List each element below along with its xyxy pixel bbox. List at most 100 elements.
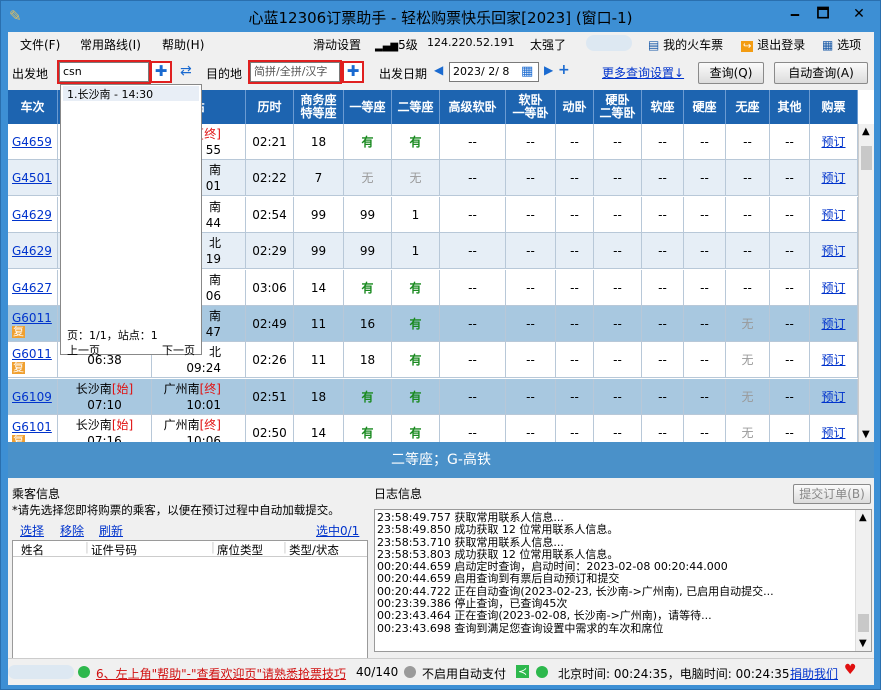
swap-stations-icon[interactable]: ⇄ xyxy=(180,63,192,79)
train-number-link[interactable]: G6109 xyxy=(12,389,52,405)
title-bar: ✎ 心蓝12306订票助手 - 轻松购票快乐回家[2023] (窗口-1) 🗕 … xyxy=(1,1,880,32)
suggest-next-page[interactable]: 下一页 xyxy=(162,342,195,358)
client-area: 文件(F) 常用路线(I) 帮助(H) 滑动设置 ▂▄▆5级 124.220.5… xyxy=(8,32,874,685)
book-link[interactable]: 预订 xyxy=(821,389,845,405)
status-bar: 6、左上角"帮助"-"查看欢迎页"请熟悉抢票技巧 40/140 不启用自动支付 … xyxy=(8,658,874,685)
header-9: 动卧 xyxy=(556,90,594,124)
maximize-button[interactable]: 🗖 xyxy=(811,4,835,26)
train-number-link[interactable]: G6011 xyxy=(12,346,52,362)
cell-c11: -- xyxy=(642,306,684,342)
minimize-button[interactable]: 🗕 xyxy=(783,4,807,26)
book-link[interactable]: 预订 xyxy=(821,170,845,186)
to-station: 北 xyxy=(208,236,221,251)
calendar-icon[interactable]: ▦ xyxy=(521,64,533,79)
from-station-input[interactable]: csn xyxy=(57,60,151,84)
train-number-link[interactable]: G4501 xyxy=(12,170,52,186)
options-label: 选项 xyxy=(837,38,862,52)
tip-link[interactable]: 6、左上角"帮助"-"查看欢迎页"请熟悉抢票技巧 xyxy=(96,665,346,682)
add-date-icon[interactable]: + xyxy=(558,62,570,78)
train-number-link[interactable]: G4627 xyxy=(12,280,52,296)
log-line: 23:58:49.850 成功获取 12 位常用联系人信息。 xyxy=(377,523,619,537)
auto-query-button[interactable]: 自动查询(A) xyxy=(774,62,868,84)
cell-train: G6011 复 xyxy=(8,342,58,379)
to-add-button[interactable]: ✚ xyxy=(342,61,364,83)
cell-c7: -- xyxy=(440,124,506,160)
cell-c11: -- xyxy=(642,415,684,442)
book-link[interactable]: 预订 xyxy=(821,425,845,441)
book-link[interactable]: 预订 xyxy=(821,134,845,150)
from-add-button[interactable]: ✚ xyxy=(150,61,172,83)
train-number-link[interactable]: G6011 xyxy=(12,310,52,326)
cell-c9: -- xyxy=(556,378,594,415)
more-query-settings-link[interactable]: 更多查询设置↓ xyxy=(602,64,684,81)
log-text-area[interactable]: 23:58:49.757 获取常用联系人信息... 23:58:49.850 成功… xyxy=(374,509,872,652)
train-number-link[interactable]: G4629 xyxy=(12,243,52,259)
passenger-list-header: 姓名 | 证件号码 | 席位类型 | 类型/状态 xyxy=(13,540,367,557)
log-line: 00:20:44.659 启用查询到有票后自动预订和提交 xyxy=(377,572,620,586)
reissue-badge: 复 xyxy=(12,435,25,442)
book-link[interactable]: 预订 xyxy=(821,316,845,332)
train-number-link[interactable]: G6101 xyxy=(12,419,52,435)
book-link[interactable]: 预订 xyxy=(821,207,845,223)
cell-c9: -- xyxy=(556,196,594,233)
log-scroll-up-icon[interactable]: ▲ xyxy=(859,512,867,523)
log-scroll-thumb[interactable] xyxy=(858,614,869,632)
train-number-link[interactable]: G4629 xyxy=(12,207,52,223)
prev-date-icon[interactable]: ◀ xyxy=(434,63,443,77)
cell-c7: -- xyxy=(440,342,506,379)
table-scrollbar[interactable]: ▲ ▼ xyxy=(858,124,874,442)
suggest-item[interactable]: 1.长沙南 - 14:30 xyxy=(63,86,199,101)
passenger-list: 姓名 | 证件号码 | 席位类型 | 类型/状态 xyxy=(12,540,368,660)
cell-dur: 02:50 xyxy=(246,415,294,442)
auto-pay-icon xyxy=(404,665,416,679)
scroll-up-icon[interactable]: ▲ xyxy=(862,126,870,137)
suggest-prev-page[interactable]: 上一页 xyxy=(67,342,100,358)
to-time: 55 xyxy=(205,143,221,157)
to-station-input[interactable]: 简拼/全拼/汉字 xyxy=(248,60,342,84)
log-scroll-down-icon[interactable]: ▼ xyxy=(859,638,867,649)
cell-c10: -- xyxy=(594,378,642,415)
scroll-thumb[interactable] xyxy=(861,146,872,170)
table-row[interactable]: G6101 复长沙南[始] 07:16 广州南[终] 10:06 02:50 14 有有 -- -… xyxy=(8,415,858,442)
cell-dur: 02:51 xyxy=(246,378,294,415)
menu-routes[interactable]: 常用路线(I) xyxy=(80,36,141,53)
my-tickets-button[interactable]: ▤ 我的火车票 xyxy=(648,36,723,53)
menu-file[interactable]: 文件(F) xyxy=(20,36,60,53)
cell-c8: -- xyxy=(506,342,556,379)
scroll-down-icon[interactable]: ▼ xyxy=(862,429,870,440)
share-icon[interactable]: ≺ xyxy=(516,665,530,678)
cell-no_seat: 无 xyxy=(726,342,770,379)
auto-pay-status[interactable]: 不启用自动支付 xyxy=(422,665,506,682)
refresh-passenger-link[interactable]: 刷新 xyxy=(99,522,123,539)
cell-no_seat: 无 xyxy=(726,306,770,342)
query-button[interactable]: 查询(Q) xyxy=(698,62,764,84)
cell-c12: -- xyxy=(684,415,726,442)
book-link[interactable]: 预订 xyxy=(821,243,845,259)
cell-c8: -- xyxy=(506,233,556,270)
slide-settings-link[interactable]: 滑动设置 xyxy=(313,36,361,53)
cell-c11: -- xyxy=(642,196,684,233)
book-link[interactable]: 预订 xyxy=(821,280,845,296)
logout-button[interactable]: ↪ 退出登录 xyxy=(741,36,805,53)
train-number-link[interactable]: G4659 xyxy=(12,134,52,150)
submit-order-button[interactable]: 提交订单(B) xyxy=(793,484,871,504)
select-passenger-link[interactable]: 选择 xyxy=(20,522,44,539)
from-station: 长沙南 xyxy=(75,381,112,396)
book-link[interactable]: 预订 xyxy=(821,352,845,368)
table-row[interactable]: G6109 长沙南[始] 07:10 广州南[终] 10:01 02:51 18 有有 -- --… xyxy=(8,378,858,415)
log-lines: 23:58:49.757 获取常用联系人信息... 23:58:49.850 成功… xyxy=(377,511,853,635)
selected-count-link[interactable]: 选中0/1 xyxy=(316,522,359,539)
cell-c7: -- xyxy=(440,160,506,197)
log-scrollbar[interactable]: ▲ ▼ xyxy=(855,510,871,651)
cell-book: 预订 xyxy=(810,306,858,342)
remove-passenger-link[interactable]: 移除 xyxy=(60,522,84,539)
signal-bars-icon: ▂▄▆ xyxy=(375,41,399,52)
cell-c9: -- xyxy=(556,233,594,270)
next-date-icon[interactable]: ▶ xyxy=(544,63,553,77)
menu-help[interactable]: 帮助(H) xyxy=(162,36,204,53)
header-5: 一等座 xyxy=(344,90,392,124)
options-button[interactable]: ▦ 选项 xyxy=(822,36,861,53)
cell-no_seat: 无 xyxy=(726,378,770,415)
donate-link[interactable]: 捐助我们 xyxy=(790,665,838,682)
close-button[interactable]: ✕ xyxy=(841,4,877,26)
